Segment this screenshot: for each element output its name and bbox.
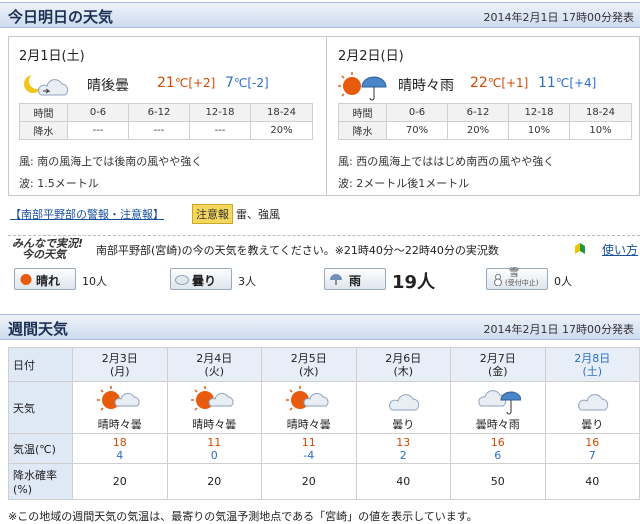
how-to-use-link[interactable]: 使い方 [602, 241, 638, 258]
vote-row: 晴れ 10人 曇り 3人 雨 19人 雪 (受付中止) 0人 [14, 268, 634, 294]
weekly-table: 日付 2月3日 (月) 2月4日 (火) 2月5日 (水) 2月6日 (木) 2月7日(… [8, 347, 640, 500]
snowman-icon [494, 274, 502, 286]
weekly-issued: 2014年2月1日 17時00分発表 [483, 323, 634, 336]
day-high: 22℃[+1] [470, 75, 529, 91]
today-issued: 2014年2月1日 17時00分発表 [483, 11, 634, 24]
rain-table: 時間 0-6 6-12 12-18 18-24 降水 70% 20% 10% 1… [338, 103, 632, 140]
week-weather: 曇時々雨 [450, 381, 546, 434]
week-date: 2月4日 (火) [166, 347, 262, 382]
sun-cloud-night-icon [24, 73, 69, 96]
day-weather: 晴時々雨 [398, 78, 454, 94]
day-panel-1: 2月1日(土) 晴後曇 21℃[+2] 7℃[-2] 時間 0-6 6-12 1… [9, 37, 327, 195]
week-temp: 11 0 [166, 433, 262, 464]
week-date: 2月6日 (木) [355, 347, 451, 382]
week-temp: 18 4 [72, 433, 168, 464]
sun-icon [20, 274, 32, 285]
day-date: 2月1日(土) [19, 49, 85, 64]
day-low: 7℃[-2] [225, 75, 269, 91]
day-weather: 晴後曇 [87, 78, 129, 94]
vote-sunny-button[interactable]: 晴れ [14, 268, 76, 290]
vote-rain-count: 19人 [392, 272, 436, 293]
week-pop: 20 [166, 463, 262, 500]
week-pop: 40 [355, 463, 451, 500]
week-pop: 20 [261, 463, 357, 500]
weekly-header: 週間天気 2014年2月1日 17時00分発表 [0, 314, 640, 340]
day-panel-2: 2月2日(日) 晴時々雨 22℃[+1] 11℃[+4] 時間 0-6 6-12… [328, 37, 640, 195]
week-temp: 11 -4 [261, 433, 357, 464]
week-date: 2月8日 (土) [544, 347, 640, 382]
live-report-logo: みんなで実況! 今の天気 [12, 237, 84, 261]
week-pop: 40 [544, 463, 640, 500]
week-date: 2月3日 (月) [72, 347, 168, 382]
today-panels: 2月1日(土) 晴後曇 21℃[+2] 7℃[-2] 時間 0-6 6-12 1… [8, 36, 640, 196]
weekly-footnote: ※この地域の週間天気の気温は、最寄りの気温予測地点である「宮崎」の値を表示してい… [8, 510, 478, 523]
vote-sunny-count: 10人 [82, 275, 107, 288]
sun-umbrella-icon [338, 72, 387, 101]
day-high: 21℃[+2] [157, 75, 216, 91]
warning-link[interactable]: 【南部平野部の警報・注意報】 [10, 206, 164, 222]
week-weather: 晴時々曇 [261, 381, 357, 434]
sun-cloud-icon [285, 385, 329, 411]
row-label-pop: 降水確率(%) [8, 463, 73, 500]
cloud-icon [389, 393, 420, 410]
vote-cloudy-count: 3人 [238, 275, 256, 288]
week-temp: 13 2 [355, 433, 451, 464]
cloud-rain-icon [478, 389, 521, 414]
advisory-text: 雷、強風 [236, 208, 280, 221]
wind-text: 風: 南の風海上では後南の風やや強く [19, 155, 203, 168]
row-label-weather: 天気 [8, 381, 73, 434]
cloud-icon [578, 393, 609, 410]
wind-text: 風: 西の風海上でははじめ南西の風やや強く [338, 155, 555, 168]
live-report-prompt: 南部平野部(宮崎)の今の天気を教えてください。※21時40分～22時40分の実況… [96, 244, 499, 257]
advisory-badge: 注意報 [192, 204, 233, 224]
vote-rain-button[interactable]: 雨 [324, 268, 386, 290]
live-report-bar: みんなで実況! 今の天気 南部平野部(宮崎)の今の天気を教えてください。※21時… [8, 235, 640, 261]
week-temp: 16 7 [544, 433, 640, 464]
week-date: 2月7日 (金) [450, 347, 546, 382]
cloud-icon [175, 275, 189, 285]
umbrella-icon [330, 274, 342, 285]
rain-table: 時間 0-6 6-12 12-18 18-24 降水 --- --- --- 2… [19, 103, 313, 140]
week-weather: 曇り [355, 381, 451, 434]
vote-snow-button[interactable]: 雪 (受付中止) [486, 268, 548, 290]
week-weather: 曇り [544, 381, 640, 434]
day-low: 11℃[+4] [538, 75, 597, 91]
wave-text: 波: 2メートル後1メートル [338, 177, 470, 190]
row-label-temp: 気温(℃) [8, 433, 73, 464]
week-pop: 20 [72, 463, 168, 500]
week-weather: 晴時々曇 [166, 381, 262, 434]
day-date: 2月2日(日) [338, 49, 404, 64]
row-label-date: 日付 [8, 347, 73, 382]
today-title: 今日明日の天気 [8, 8, 114, 26]
beginner-mark-icon [575, 243, 585, 254]
vote-cloudy-button[interactable]: 曇り [170, 268, 232, 290]
vote-snow-count: 0人 [554, 275, 572, 288]
weekly-title: 週間天気 [8, 320, 69, 338]
week-date: 2月5日 (水) [261, 347, 357, 382]
week-temp: 16 6 [450, 433, 546, 464]
week-pop: 50 [450, 463, 546, 500]
week-weather: 晴時々曇 [72, 381, 168, 434]
today-header: 今日明日の天気 2014年2月1日 17時00分発表 [0, 2, 640, 28]
wave-text: 波: 1.5メートル [19, 177, 99, 190]
sun-cloud-icon [96, 385, 140, 411]
sun-cloud-icon [191, 385, 234, 411]
